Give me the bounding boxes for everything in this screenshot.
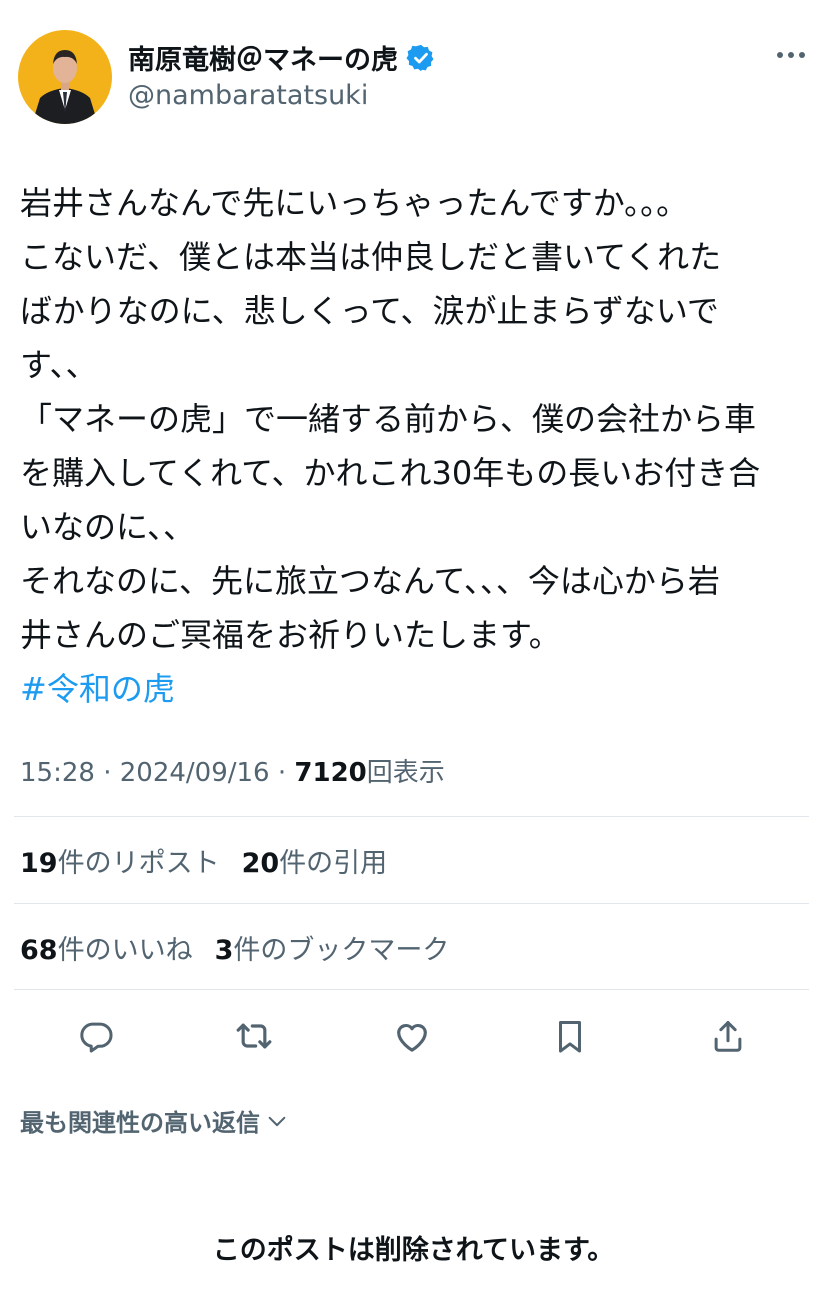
divider bbox=[14, 903, 809, 904]
view-label: 回表示 bbox=[366, 758, 445, 788]
tweet-line: 岩井さんなんで先にいっちゃったんですか。。。 bbox=[20, 184, 689, 222]
stats-row-reposts: 19件のリポスト 20件の引用 bbox=[20, 841, 387, 880]
reposts-label: 件のリポスト bbox=[57, 848, 220, 879]
action-bar bbox=[0, 1010, 827, 1062]
reposts-count: 19 bbox=[20, 848, 58, 879]
quotes-label: 件の引用 bbox=[279, 848, 388, 879]
like-icon[interactable] bbox=[386, 1010, 438, 1062]
tweet-line: 井さんのご冥福をお祈りいたします。 bbox=[20, 616, 561, 654]
divider bbox=[14, 816, 809, 817]
tweet-date[interactable]: 2024/09/16 bbox=[120, 758, 270, 788]
chevron-down-icon bbox=[268, 1116, 286, 1126]
tweet-time[interactable]: 15:28 bbox=[20, 758, 95, 788]
repost-icon[interactable] bbox=[228, 1010, 280, 1062]
reposts-stat[interactable]: 19件のリポスト bbox=[20, 848, 220, 879]
tweet-line: を購入してくれて、かれこれ30年もの長いお付き合 bbox=[20, 454, 761, 492]
tweet-text: 岩井さんなんで先にいっちゃったんですか。。。 こないだ、僕とは本当は仲良しだと書… bbox=[20, 176, 815, 716]
view-count: 7120 bbox=[294, 758, 367, 788]
tweet-line: それなのに、先に旅立つなんて、、、今は心から岩 bbox=[20, 562, 720, 600]
bookmarks-count: 3 bbox=[214, 935, 234, 966]
meta-separator: · bbox=[103, 758, 112, 788]
likes-stat[interactable]: 68件のいいね bbox=[20, 935, 193, 966]
tweet-line: こないだ、僕とは本当は仲良しだと書いてくれた bbox=[20, 238, 722, 276]
bookmark-icon[interactable] bbox=[544, 1010, 596, 1062]
likes-count: 68 bbox=[20, 935, 58, 966]
meta-separator: · bbox=[277, 758, 287, 788]
more-icon[interactable] bbox=[777, 52, 805, 58]
deleted-post-notice: このポストは削除されています。 bbox=[212, 1235, 615, 1266]
share-icon[interactable] bbox=[702, 1010, 754, 1062]
bookmarks-stat[interactable]: 3件のブックマーク bbox=[215, 935, 450, 966]
tweet-line: いなのに、、 bbox=[20, 508, 196, 546]
handle[interactable]: @nambaratatsuki bbox=[128, 80, 368, 111]
quotes-stat[interactable]: 20件の引用 bbox=[242, 848, 388, 879]
tweet-line: 「マネーの虎」で一緒する前から、僕の会社から車 bbox=[20, 400, 757, 438]
stats-row-likes: 68件のいいね 3件のブックマーク bbox=[20, 928, 449, 967]
bookmarks-label: 件のブックマーク bbox=[233, 935, 450, 966]
reply-sort-label: 最も関連性の高い返信 bbox=[20, 1109, 260, 1137]
avatar[interactable] bbox=[18, 30, 112, 124]
display-name[interactable]: 南原竜樹＠マネーの虎 bbox=[128, 38, 436, 77]
display-name-text: 南原竜樹＠マネーの虎 bbox=[128, 45, 398, 76]
tweet-line: す、、 bbox=[20, 346, 98, 384]
hashtag-link[interactable]: #令和の虎 bbox=[20, 662, 815, 716]
quotes-count: 20 bbox=[241, 848, 280, 879]
tweet-meta: 15:28 · 2024/09/16 · 7120回表示 bbox=[20, 752, 445, 789]
divider bbox=[14, 989, 809, 990]
verified-badge-icon[interactable] bbox=[406, 43, 436, 73]
reply-icon[interactable] bbox=[70, 1010, 122, 1062]
likes-label: 件のいいね bbox=[57, 935, 193, 966]
reply-sort-dropdown[interactable]: 最も関連性の高い返信 bbox=[20, 1103, 288, 1138]
tweet-line: ばかりなのに、悲しくって、涙が止まらずないで bbox=[20, 292, 719, 330]
